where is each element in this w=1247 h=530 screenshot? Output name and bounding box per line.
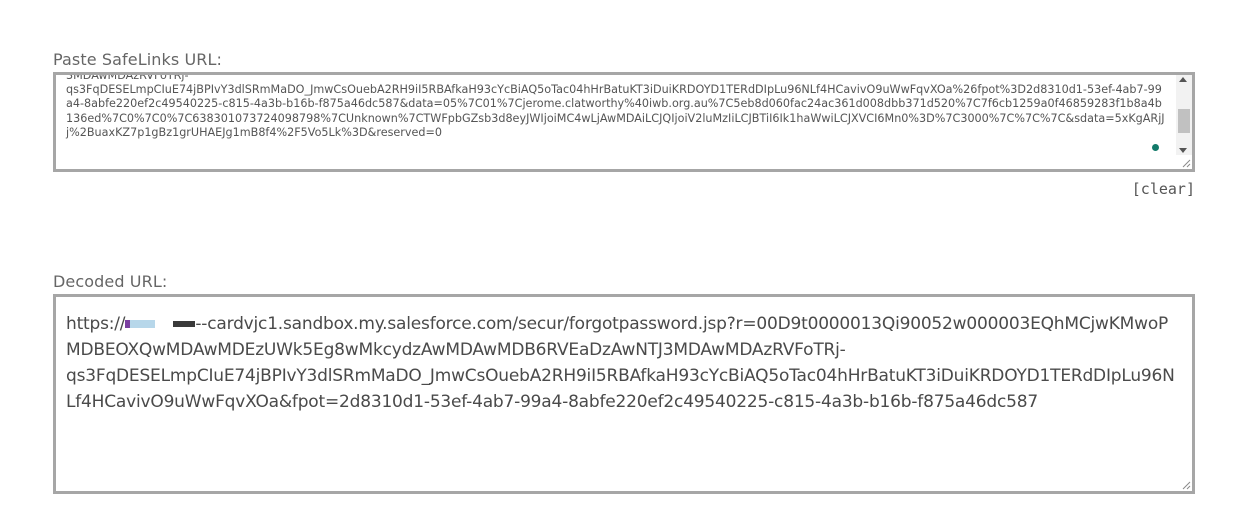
- scroll-down-arrow-icon[interactable]: [1179, 148, 1187, 153]
- scroll-up-arrow-icon[interactable]: [1179, 77, 1187, 82]
- decoded-url-prefix: https://: [66, 314, 126, 334]
- clear-button[interactable]: [clear]: [1132, 180, 1195, 198]
- resize-grip-icon[interactable]: [1181, 480, 1191, 490]
- paste-url-textarea[interactable]: 3MDAwMDAzRVFoTRj- qs3FqDESELmpCIuE74jBPI…: [53, 72, 1195, 172]
- paste-url-label: Paste SafeLinks URL:: [53, 50, 223, 69]
- scroll-thumb[interactable]: [1178, 109, 1190, 133]
- decoded-url-text[interactable]: https://--cardvjc1.sandbox.my.salesforce…: [66, 311, 1182, 415]
- redacted-block: [173, 321, 196, 327]
- redacted-block: [125, 320, 156, 328]
- decoded-url-label: Decoded URL:: [53, 272, 168, 291]
- decoded-url-value: --cardvjc1.sandbox.my.salesforce.com/sec…: [66, 314, 1175, 412]
- resize-grip-icon[interactable]: [1181, 158, 1191, 168]
- cursor-dot-icon: [1152, 144, 1159, 151]
- paste-url-text[interactable]: 3MDAwMDAzRVFoTRj- qs3FqDESELmpCIuE74jBPI…: [66, 75, 1168, 140]
- decoded-url-textarea[interactable]: https://--cardvjc1.sandbox.my.salesforce…: [53, 294, 1195, 494]
- vertical-scrollbar[interactable]: [1176, 75, 1192, 155]
- page: Paste SafeLinks URL: 3MDAwMDAzRVFoTRj- q…: [0, 0, 1247, 530]
